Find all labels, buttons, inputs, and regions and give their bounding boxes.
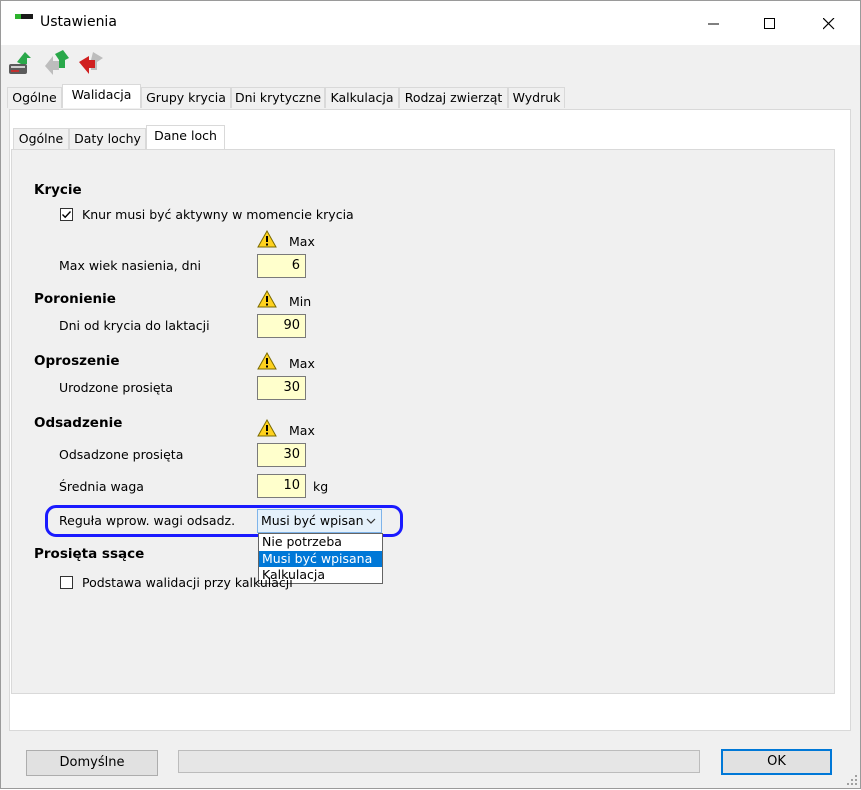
section-oproszenie-title: Oproszenie [34, 353, 120, 369]
minimize-button[interactable] [691, 1, 737, 45]
dane-loch-panel [11, 149, 835, 694]
green-arrows-icon[interactable] [41, 48, 71, 78]
progress-bar [178, 750, 700, 773]
tab-rodzaj-zwierzat[interactable]: Rodzaj zwierząt [399, 87, 508, 108]
krycie-limit-label: Max [289, 234, 315, 249]
warning-icon [257, 289, 277, 308]
subtab-daty-lochy[interactable]: Daty lochy [69, 128, 146, 149]
boar-active-label: Knur musi być aktywny w momencie krycia [82, 207, 354, 222]
option-musi-byc-wpisana[interactable]: Musi być wpisana [259, 551, 382, 567]
weight-unit-label: kg [313, 479, 329, 494]
days-to-lactation-field[interactable]: 90 [257, 314, 306, 338]
warning-icon [257, 418, 277, 437]
tab-dni-krytyczne[interactable]: Dni krytyczne [231, 87, 325, 108]
red-arrows-icon[interactable] [77, 48, 107, 78]
tab-wydruk[interactable]: Wydruk [508, 87, 565, 108]
poronienie-limit-label: Min [289, 294, 312, 309]
born-piglets-field[interactable]: 30 [257, 376, 306, 400]
odsadzenie-limit-label: Max [289, 423, 315, 438]
tab-ogolne[interactable]: Ogólne [7, 87, 62, 108]
ok-button[interactable]: OK [721, 749, 832, 775]
main-tabs: Ogólne Walidacja Grupy krycia Dni krytyc… [7, 84, 607, 109]
born-piglets-label: Urodzone prosięta [59, 380, 174, 395]
section-poronienie-title: Poronienie [34, 291, 116, 307]
weaned-piglets-label: Odsadzone prosięta [59, 447, 184, 462]
boar-active-checkbox[interactable] [60, 208, 73, 221]
oproszenie-limit-label: Max [289, 356, 315, 371]
sub-tabs: Ogólne Daty lochy Dane loch [13, 125, 313, 150]
weaned-piglets-field[interactable]: 30 [257, 443, 306, 467]
tab-walidacja[interactable]: Walidacja [62, 84, 141, 108]
close-button[interactable] [806, 1, 852, 45]
app-logo-icon [15, 14, 33, 21]
average-weight-field[interactable]: 10 [257, 474, 306, 498]
section-prosieta-title: Prosięta ssące [34, 546, 145, 562]
window-title: Ustawienia [40, 14, 117, 30]
average-weight-label: Średnia waga [59, 479, 144, 494]
subtab-dane-loch[interactable]: Dane loch [146, 125, 225, 149]
section-odsadzenie-title: Odsadzenie [34, 415, 123, 431]
option-nie-potrzeba[interactable]: Nie potrzeba [259, 534, 382, 550]
subtab-ogolne[interactable]: Ogólne [13, 128, 69, 149]
tab-kalkulacja[interactable]: Kalkulacja [325, 87, 399, 108]
max-semen-age-label: Max wiek nasienia, dni [59, 258, 202, 273]
toolbar [1, 45, 860, 81]
section-krycie-title: Krycie [34, 182, 82, 198]
resize-grip-icon[interactable] [846, 774, 858, 786]
settings-window: Ustawienia Ogólne Walidacja Grupy krycia… [0, 0, 861, 789]
warning-icon [257, 229, 277, 248]
default-button[interactable]: Domyślne [26, 750, 158, 776]
days-to-lactation-label: Dni od krycia do laktacji [59, 318, 210, 333]
validation-base-label: Podstawa walidacji przy kalkulacji [82, 575, 293, 590]
title-bar: Ustawienia [1, 1, 860, 45]
validation-base-checkbox[interactable] [60, 576, 73, 589]
warning-icon [257, 351, 277, 370]
maximize-button[interactable] [747, 1, 793, 45]
database-sync-icon[interactable] [7, 48, 37, 78]
tab-grupy-krycia[interactable]: Grupy krycia [141, 87, 231, 108]
max-semen-age-field[interactable]: 6 [257, 254, 306, 278]
